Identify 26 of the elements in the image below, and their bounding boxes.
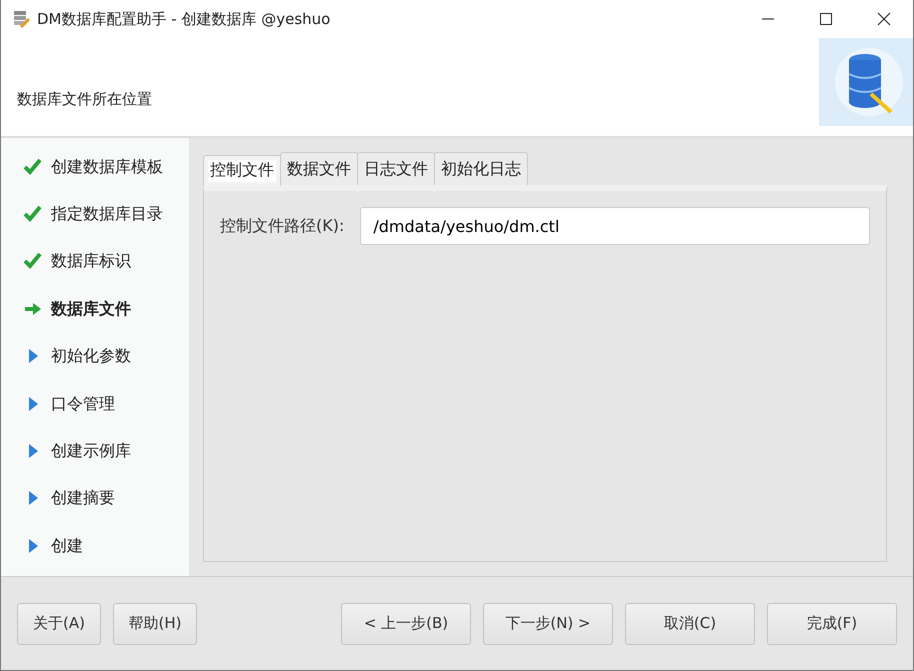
step-label: 口令管理 [51, 392, 115, 415]
tab[interactable]: 日志文件 [357, 152, 435, 185]
dialog-button[interactable]: < 上一步(B) [341, 602, 471, 644]
maximize-icon[interactable] [819, 12, 833, 26]
window-title: DM数据库配置助手 - 创建数据库 @yeshuo [37, 8, 332, 30]
tab[interactable]: 控制文件 [203, 155, 281, 186]
step-label: 创建摘要 [51, 487, 115, 510]
field-label: 控制文件路径(K): [220, 215, 344, 237]
step-label: 创建数据库模板 [51, 156, 163, 178]
step-label: 初始化参数 [51, 345, 131, 368]
step-label: 创建示例库 [51, 440, 131, 462]
page-heading: 数据库文件所在位置 [16, 88, 153, 110]
step-label: 指定数据库目录 [51, 203, 163, 226]
tab[interactable]: 数据文件 [280, 152, 358, 185]
close-icon[interactable] [877, 12, 891, 26]
step-label: 数据库标识 [51, 250, 131, 272]
step-label: 数据库文件 [51, 298, 131, 320]
dialog-button[interactable]: 帮助(H) [113, 602, 197, 644]
dialog-button[interactable]: 完成(F) [767, 602, 897, 644]
dialog-button[interactable]: 下一步(N) > [483, 602, 613, 644]
tab[interactable]: 初始化日志 [434, 152, 528, 185]
path-input-field[interactable]: /dmdata/yeshuo/dm.ctl [360, 207, 870, 245]
app-icon [11, 9, 31, 29]
dialog-button[interactable]: 关于(A) [17, 602, 101, 644]
step-label: 创建 [51, 534, 83, 557]
dialog-button[interactable]: 取消(C) [625, 602, 755, 644]
